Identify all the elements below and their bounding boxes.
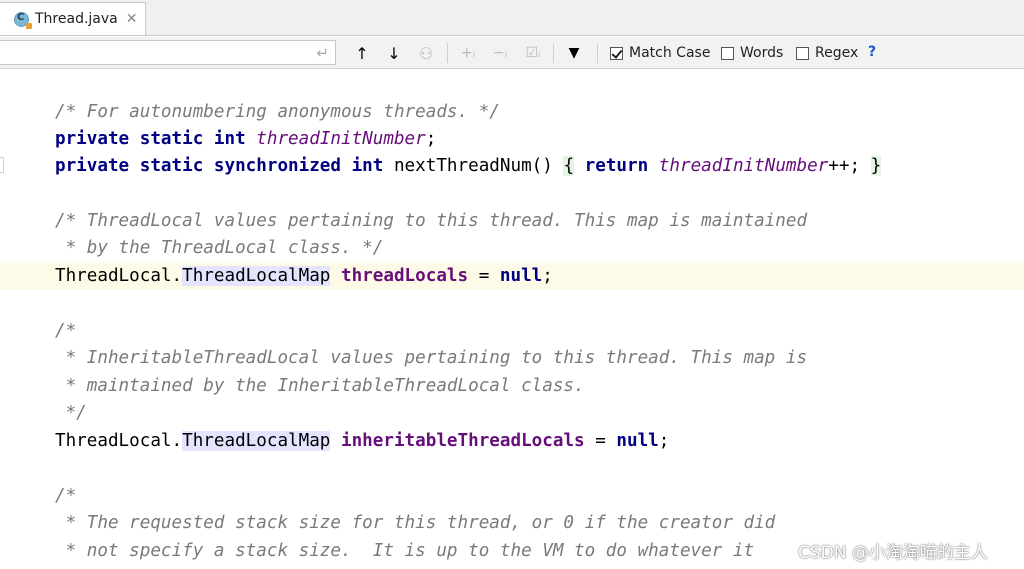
tab-label: Thread.java xyxy=(35,11,118,27)
code-line-comment: * InheritableThreadLocal values pertaini… xyxy=(55,348,808,368)
match-case-label: Match Case xyxy=(629,45,711,61)
toolbar-separator xyxy=(447,43,448,63)
close-icon[interactable]: ✕ xyxy=(126,11,138,27)
arrow-down-icon: ↓ xyxy=(387,43,401,63)
code-line-comment: /* xyxy=(55,486,77,506)
code-line-comment: /* ThreadLocal values pertaining to this… xyxy=(55,211,808,231)
match-case-checkbox[interactable] xyxy=(610,46,623,60)
java-class-icon: C xyxy=(14,11,32,29)
regex-option[interactable]: Regex xyxy=(796,45,858,61)
words-label: Words xyxy=(740,45,784,61)
code-line-comment: */ xyxy=(55,403,87,423)
select-all-occurrences-button[interactable]: ☑ᵢ xyxy=(521,41,545,65)
type-name-highlighted: ThreadLocalMap xyxy=(182,266,331,286)
regex-help-link[interactable]: ? xyxy=(868,44,876,60)
match-case-option[interactable]: Match Case xyxy=(610,45,710,61)
add-occurrence-button[interactable]: +ᵢ xyxy=(456,41,480,65)
keyword: private static int xyxy=(55,129,257,149)
keyword-null: null xyxy=(499,266,543,286)
remove-selection-icon: −ᵢ xyxy=(492,45,508,61)
regex-checkbox[interactable] xyxy=(796,46,809,60)
static-field: threadInitNumber xyxy=(658,156,829,176)
instance-field: inheritableThreadLocals xyxy=(341,431,585,451)
code-line-comment: * by the ThreadLocal class. */ xyxy=(55,238,384,258)
code-line-comment: * maintained by the InheritableThreadLoc… xyxy=(55,376,585,396)
words-checkbox[interactable] xyxy=(721,46,734,60)
type-name: ThreadLocal. xyxy=(55,266,183,286)
type-name: ThreadLocal. xyxy=(55,431,183,451)
keyword-null: null xyxy=(616,431,659,451)
punct: ; xyxy=(425,129,437,149)
funnel-icon: ▼ xyxy=(568,45,580,61)
arrow-up-icon: ↑ xyxy=(355,43,369,63)
find-all-button[interactable]: ⚇ xyxy=(414,41,438,65)
type-name-highlighted: ThreadLocalMap xyxy=(182,431,331,451)
operator: = xyxy=(468,266,500,286)
filter-button[interactable]: ▼ xyxy=(562,41,586,65)
punct: ; xyxy=(542,266,553,286)
words-option[interactable]: Words xyxy=(721,45,783,61)
folded-brace-open[interactable]: { xyxy=(563,156,575,176)
code-line-threadlocals: ThreadLocal.ThreadLocalMap threadLocals … xyxy=(55,263,553,290)
find-toolbar: ↵ ↑ ↓ ⚇ +ᵢ −ᵢ ☑ᵢ ▼ Match Case Words Rege… xyxy=(0,37,1024,69)
code-line-inheritable: ThreadLocal.ThreadLocalMap inheritableTh… xyxy=(55,428,669,455)
punct: ++; xyxy=(828,156,871,176)
toolbar-separator xyxy=(597,43,598,63)
watermark: CSDN @小淘淘喵的主人 xyxy=(798,543,988,563)
code-line-comment: /* For autonumbering anonymous threads. … xyxy=(55,102,500,122)
remove-occurrence-button[interactable]: −ᵢ xyxy=(488,41,512,65)
previous-occurrence-button[interactable]: ↑ xyxy=(350,41,374,65)
find-all-icon: ⚇ xyxy=(418,43,434,63)
tab-thread-java[interactable]: C Thread.java ✕ xyxy=(0,2,146,35)
regex-label: Regex xyxy=(815,45,859,61)
static-field: threadInitNumber xyxy=(256,129,426,149)
operator: = xyxy=(584,431,617,451)
toolbar-separator xyxy=(553,43,554,63)
select-all-icon: ☑ᵢ xyxy=(525,45,541,61)
code-line-comment: * not specify a stack size. It is up to … xyxy=(55,541,755,561)
code-line-comment: * The requested stack size for this thre… xyxy=(55,513,776,533)
folded-brace-close[interactable]: } xyxy=(870,156,882,176)
editor-tab-bar: C Thread.java ✕ xyxy=(0,0,1024,36)
instance-field: threadLocals xyxy=(341,266,469,286)
method-name: nextThreadNum() xyxy=(393,156,564,176)
add-selection-icon: +ᵢ xyxy=(460,45,476,61)
next-occurrence-button[interactable]: ↓ xyxy=(382,41,406,65)
code-line-field-decl: private static int threadInitNumber; xyxy=(55,126,436,153)
search-input[interactable]: ↵ xyxy=(0,40,336,65)
punct: ; xyxy=(658,431,670,451)
keyword-return: return xyxy=(574,156,659,176)
code-line-method-decl: private static synchronized int nextThre… xyxy=(55,153,882,180)
keyword: private static synchronized int xyxy=(55,156,394,176)
gutter-fold-marker[interactable] xyxy=(0,157,4,173)
code-line-comment: /* xyxy=(55,321,77,341)
enter-icon: ↵ xyxy=(316,44,329,62)
code-editor[interactable]: /* For autonumbering anonymous threads. … xyxy=(0,70,1024,569)
